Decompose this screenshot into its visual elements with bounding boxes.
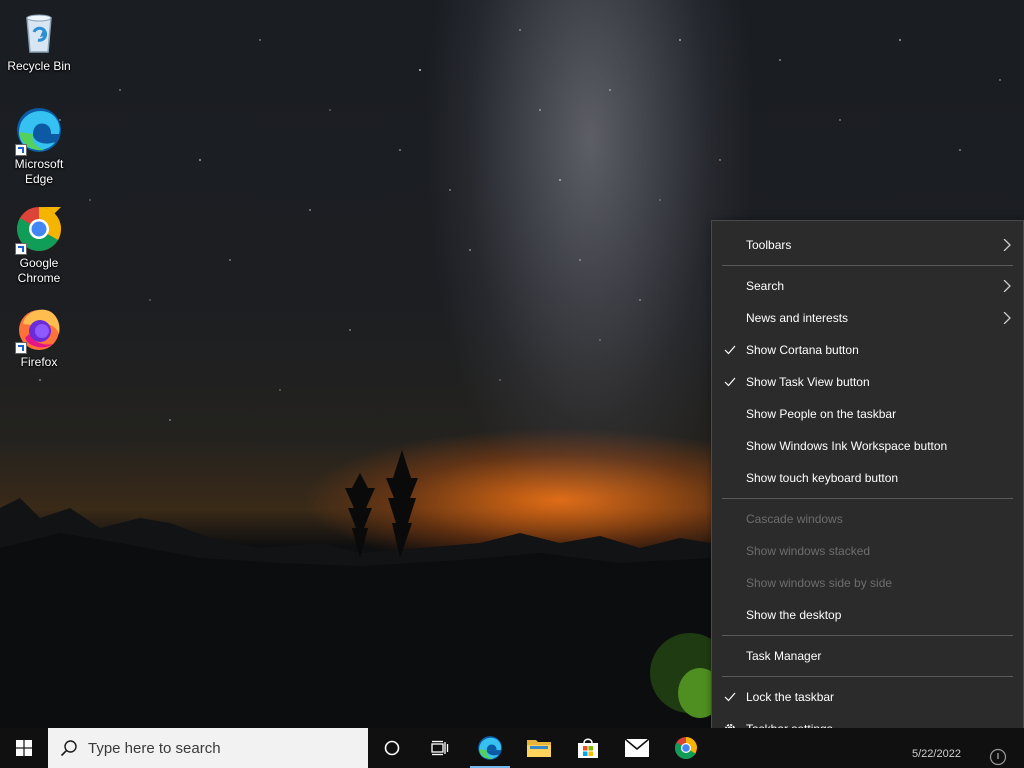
menu-item-label: Lock the taskbar (746, 690, 835, 704)
taskbar-mail-button[interactable] (613, 728, 661, 768)
menu-item-task-manager[interactable]: Task Manager (712, 640, 1023, 672)
chrome-icon (675, 737, 697, 759)
tray-date[interactable]: 5/22/2022 (912, 748, 961, 760)
notification-icon[interactable] (989, 748, 1007, 766)
checkmark-icon (724, 345, 736, 355)
menu-item-show-task-view-button[interactable]: Show Task View button (712, 366, 1023, 398)
desktop-icon-recycle-bin[interactable]: Recycle Bin (2, 8, 76, 74)
menu-item-label: Show People on the taskbar (746, 407, 897, 421)
checkmark-icon (724, 692, 736, 702)
menu-item-show-windows-stacked: Show windows stacked (712, 535, 1023, 567)
file-explorer-icon (527, 740, 551, 757)
cortana-icon (384, 740, 400, 756)
chevron-right-icon (1003, 312, 1011, 324)
menu-item-show-touch-keyboard[interactable]: Show touch keyboard button (712, 462, 1023, 494)
chevron-right-icon (1003, 280, 1011, 292)
start-icon (16, 740, 32, 756)
cortana-button[interactable] (368, 728, 416, 768)
shortcut-arrow-icon (15, 342, 27, 354)
mail-icon (625, 739, 649, 757)
taskbar-chrome-button[interactable] (662, 728, 710, 768)
microsoft-edge-icon (15, 106, 63, 156)
desktop-icon-label: Google Chrome (17, 256, 61, 285)
desktop-icon-label: Recycle Bin (7, 59, 71, 73)
desktop-icon-google-chrome[interactable]: Google Chrome (2, 205, 76, 286)
desktop-icon-label: Microsoft Edge (14, 157, 64, 186)
menu-item-show-people[interactable]: Show People on the taskbar (712, 398, 1023, 430)
taskbar: Type here to search (0, 728, 1024, 768)
menu-item-label: Show Task View button (746, 375, 870, 389)
menu-item-show-windows-ink[interactable]: Show Windows Ink Workspace button (712, 430, 1023, 462)
desktop-icon-microsoft-edge[interactable]: Microsoft Edge (2, 106, 76, 187)
menu-item-label: News and interests (746, 311, 849, 325)
store-icon (578, 738, 598, 758)
menu-item-label: Task Manager (746, 649, 822, 663)
google-chrome-icon (15, 205, 63, 255)
edge-icon (478, 736, 502, 760)
desktop-icon-label: Firefox (20, 355, 58, 369)
menu-item-search[interactable]: Search (712, 270, 1023, 302)
search-icon (60, 740, 77, 757)
checkmark-icon (724, 377, 736, 387)
menu-item-label: Search (746, 279, 785, 293)
desktop-icon-firefox[interactable]: Firefox (2, 304, 76, 370)
menu-item-label: Cascade windows (746, 512, 843, 526)
menu-item-label: Show Windows Ink Workspace button (746, 439, 948, 453)
firefox-icon (15, 304, 63, 354)
menu-item-label: Show windows stacked (746, 544, 871, 558)
menu-item-label: Toolbars (746, 238, 792, 252)
start-button[interactable] (0, 728, 48, 768)
menu-item-show-cortana-button[interactable]: Show Cortana button (712, 334, 1023, 366)
menu-item-label: Show windows side by side (746, 576, 893, 590)
menu-item-label: Show touch keyboard button (746, 471, 899, 485)
menu-separator (722, 265, 1013, 266)
taskbar-context-menu: Toolbars Search News and interests Show … (711, 220, 1024, 752)
search-placeholder: Type here to search (88, 740, 221, 757)
shortcut-arrow-icon (15, 144, 27, 156)
menu-item-label: Show Cortana button (746, 343, 859, 357)
menu-separator (722, 635, 1013, 636)
shortcut-arrow-icon (15, 243, 27, 255)
task-view-button[interactable] (416, 728, 464, 768)
taskbar-store-button[interactable] (564, 728, 612, 768)
taskbar-edge-button[interactable] (466, 728, 514, 768)
menu-item-toolbars[interactable]: Toolbars (712, 229, 1023, 261)
menu-separator (722, 498, 1013, 499)
menu-item-show-the-desktop[interactable]: Show the desktop (712, 599, 1023, 631)
menu-item-show-windows-side-by-side: Show windows side by side (712, 567, 1023, 599)
menu-item-news-and-interests[interactable]: News and interests (712, 302, 1023, 334)
taskbar-file-explorer-button[interactable] (515, 728, 563, 768)
menu-separator (722, 676, 1013, 677)
task-view-icon (431, 740, 449, 756)
menu-item-label: Show the desktop (746, 608, 842, 622)
taskbar-search-box[interactable]: Type here to search (48, 728, 368, 768)
recycle-bin-icon (15, 8, 63, 56)
menu-item-lock-the-taskbar[interactable]: Lock the taskbar (712, 681, 1023, 713)
chevron-right-icon (1003, 239, 1011, 251)
menu-item-cascade-windows: Cascade windows (712, 503, 1023, 535)
